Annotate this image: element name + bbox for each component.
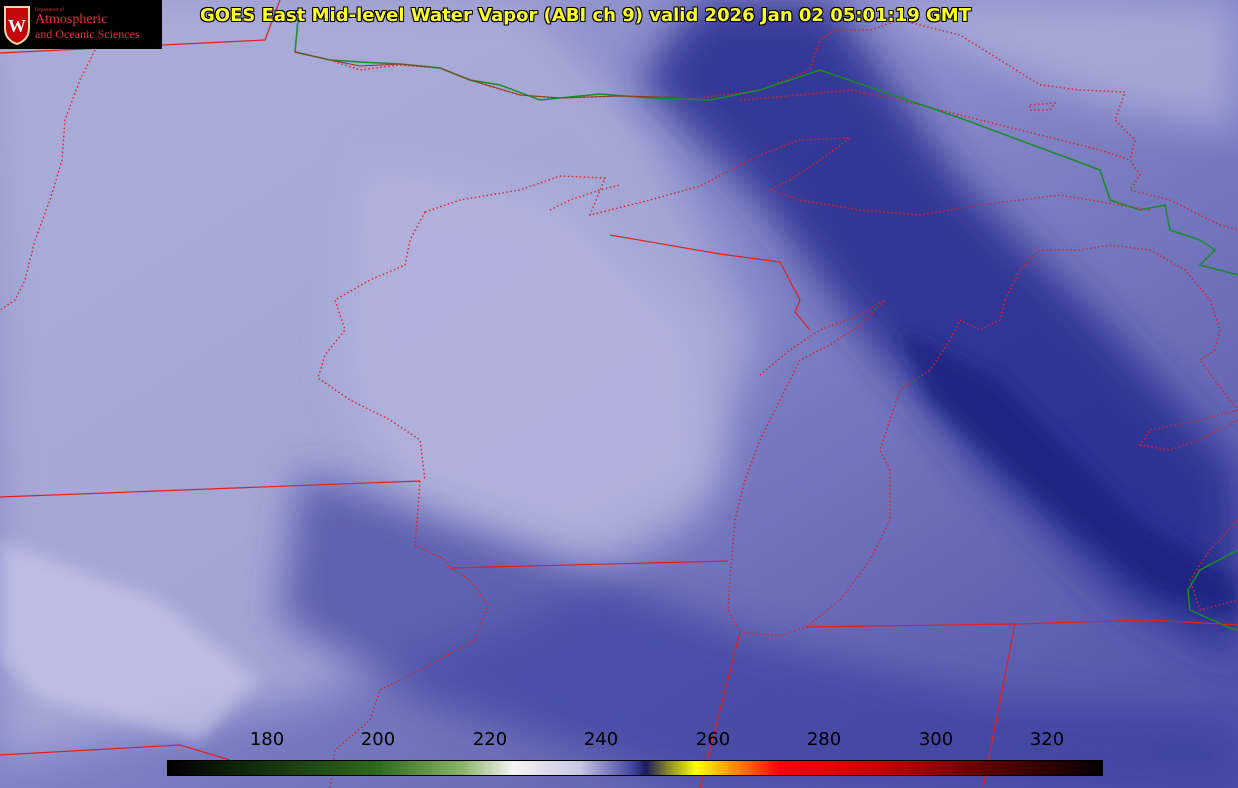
colorbar-tick-label: 300 (918, 729, 954, 750)
satellite-map-view: W Department of Atmospheric and Oceanic … (0, 0, 1238, 788)
crest-letter: W (8, 16, 26, 36)
water-vapor-imagery (0, 0, 1238, 788)
colorbar-tick-label: 220 (472, 729, 508, 750)
colorbar-tick-label: 240 (583, 729, 619, 750)
colorbar-tick-label: 320 (1029, 729, 1065, 750)
uw-crest-icon: W (4, 5, 30, 45)
colorbar-tick-label: 180 (249, 729, 285, 750)
logo-line2: and Oceanic Sciences (35, 27, 140, 42)
logo-line1: Atmospheric (35, 12, 108, 28)
brightness-temperature-colorbar (167, 760, 1103, 776)
aos-logo: W Department of Atmospheric and Oceanic … (0, 0, 162, 49)
colorbar-tick-label: 200 (360, 729, 396, 750)
image-title: GOES East Mid-level Water Vapor (ABI ch … (200, 5, 971, 26)
colorbar-tick-label: 260 (695, 729, 731, 750)
logo-text: Department of Atmospheric and Oceanic Sc… (35, 8, 140, 41)
colorbar-tick-label: 280 (806, 729, 842, 750)
